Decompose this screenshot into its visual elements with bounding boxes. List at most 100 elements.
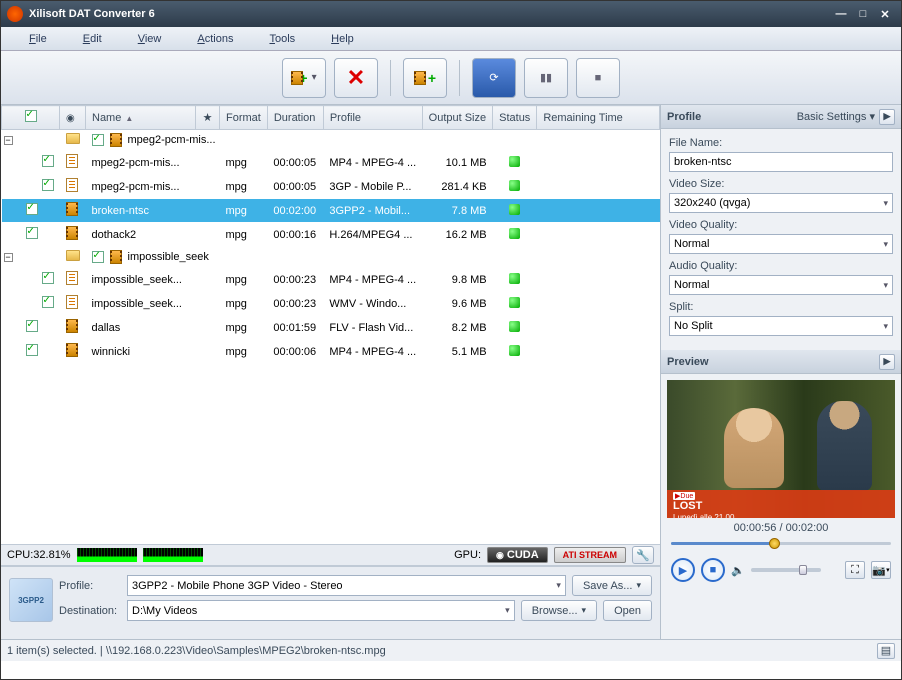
row-name: dothack2 — [86, 223, 196, 247]
col-profile[interactable]: Profile — [323, 106, 422, 130]
minimize-button[interactable]: — — [831, 6, 851, 22]
gpu-settings-button[interactable]: 🔧 — [632, 546, 654, 564]
open-button[interactable]: Open — [603, 600, 652, 621]
menu-tools[interactable]: Tools — [251, 30, 313, 48]
menu-actions[interactable]: Actions — [179, 30, 251, 48]
preview-panel-header: Preview ▶ — [661, 350, 901, 374]
row-checkbox[interactable] — [26, 227, 38, 239]
table-row[interactable]: dallasmpg00:01:59FLV - Flash Vid...8.2 M… — [2, 316, 660, 340]
col-type[interactable]: ◉ — [60, 106, 86, 130]
fullscreen-button[interactable]: ⛶ — [845, 561, 865, 579]
row-output: 9.6 MB — [422, 292, 492, 316]
expander-icon[interactable]: − — [4, 253, 13, 262]
statusbar-button[interactable]: ▤ — [877, 643, 895, 659]
seek-slider[interactable] — [671, 536, 891, 550]
pause-button[interactable]: ▮▮ — [524, 58, 568, 98]
row-format: mpg — [220, 223, 268, 247]
col-status[interactable]: Status — [493, 106, 537, 130]
filename-input[interactable] — [669, 152, 893, 172]
videoq-select[interactable]: Normal — [669, 234, 893, 254]
volume-icon[interactable]: 🔈 — [731, 564, 745, 577]
output-panel: 3GPP2 Profile: 3GPP2 - Mobile Phone 3GP … — [1, 566, 660, 639]
menu-edit[interactable]: Edit — [65, 30, 120, 48]
document-icon — [66, 271, 78, 285]
row-output: 5.1 MB — [422, 340, 492, 364]
col-output[interactable]: Output Size — [422, 106, 492, 130]
save-as-button[interactable]: Save As... — [572, 575, 652, 596]
close-button[interactable]: ✕ — [875, 6, 895, 22]
row-checkbox[interactable] — [42, 179, 54, 191]
maximize-button[interactable]: □ — [853, 6, 873, 22]
app-logo-icon — [7, 6, 23, 22]
preview-expand-button[interactable]: ▶ — [879, 354, 895, 370]
browse-button[interactable]: Browse... — [521, 600, 597, 621]
row-checkbox[interactable] — [26, 344, 38, 356]
row-checkbox[interactable] — [92, 251, 104, 263]
col-duration[interactable]: Duration — [267, 106, 323, 130]
row-name: dallas — [86, 316, 196, 340]
snapshot-button[interactable]: 📷▾ — [871, 561, 891, 579]
menu-file[interactable]: File — [11, 30, 65, 48]
folder-icon — [66, 250, 80, 261]
videosize-select[interactable]: 320x240 (qvga) — [669, 193, 893, 213]
stop-playback-button[interactable]: ■ — [701, 558, 725, 582]
cpu-label: CPU:32.81% — [7, 549, 71, 561]
audioq-label: Audio Quality: — [669, 260, 893, 272]
menu-view[interactable]: View — [120, 30, 180, 48]
folder-icon — [66, 133, 80, 144]
table-row[interactable]: winnickimpg00:00:06MP4 - MPEG-4 ...5.1 M… — [2, 340, 660, 364]
row-profile: FLV - Flash Vid... — [323, 316, 422, 340]
document-icon — [66, 178, 78, 192]
menu-help[interactable]: Help — [313, 30, 372, 48]
expander-icon[interactable]: − — [4, 136, 13, 145]
check-all[interactable] — [25, 110, 37, 122]
profile-panel-header: Profile Basic Settings ▾ ▶ — [661, 105, 901, 129]
col-name[interactable]: Name▲ — [86, 106, 196, 130]
stop-button[interactable]: ■ — [576, 58, 620, 98]
play-button[interactable]: ▶ — [671, 558, 695, 582]
filename-label: File Name: — [669, 137, 893, 149]
profile-label: Profile: — [59, 580, 121, 592]
split-label: Split: — [669, 301, 893, 313]
volume-slider[interactable] — [751, 568, 821, 572]
table-row[interactable]: mpeg2-pcm-mis...mpg00:00:053GP - Mobile … — [2, 175, 660, 199]
list-icon: ▤ — [881, 644, 891, 657]
time-display: 00:00:56 / 00:02:00 — [667, 518, 895, 536]
audioq-select[interactable]: Normal — [669, 275, 893, 295]
row-format: mpg — [220, 175, 268, 199]
video-preview[interactable]: ▶Due LOST Lunedì alle 21.00 — [667, 380, 895, 518]
split-select[interactable]: No Split — [669, 316, 893, 336]
col-remaining[interactable]: Remaining Time — [537, 106, 660, 130]
table-row[interactable]: −impossible_seek — [2, 247, 660, 268]
row-checkbox[interactable] — [26, 203, 38, 215]
col-star[interactable]: ★ — [196, 106, 220, 130]
row-checkbox[interactable] — [42, 155, 54, 167]
table-row[interactable]: impossible_seek...mpg00:00:23MP4 - MPEG-… — [2, 268, 660, 292]
toolbar: + ✕ + ⟳ ▮▮ ■ — [1, 51, 901, 105]
add-file-button[interactable]: + — [282, 58, 326, 98]
titlebar: Xilisoft DAT Converter 6 — □ ✕ — [1, 1, 901, 27]
row-checkbox[interactable] — [42, 272, 54, 284]
destination-combo[interactable]: D:\My Videos — [127, 600, 515, 621]
basic-settings-link[interactable]: Basic Settings ▾ — [797, 110, 875, 123]
row-checkbox[interactable] — [26, 320, 38, 332]
videoq-label: Video Quality: — [669, 219, 893, 231]
convert-button[interactable]: ⟳ — [472, 58, 516, 98]
status-ready-icon — [509, 204, 520, 215]
table-row[interactable]: mpeg2-pcm-mis...mpg00:00:05MP4 - MPEG-4 … — [2, 151, 660, 175]
row-profile: H.264/MPEG4 ... — [323, 223, 422, 247]
profile-expand-button[interactable]: ▶ — [879, 109, 895, 125]
file-table[interactable]: ◉ Name▲ ★ Format Duration Profile Output… — [1, 105, 660, 544]
row-format: mpg — [220, 292, 268, 316]
col-check[interactable] — [2, 106, 60, 130]
row-checkbox[interactable] — [92, 134, 104, 146]
profile-combo[interactable]: 3GPP2 - Mobile Phone 3GP Video - Stereo — [127, 575, 566, 596]
add-profile-button[interactable]: + — [403, 58, 447, 98]
table-row[interactable]: broken-ntscmpg00:02:003GPP2 - Mobil...7.… — [2, 199, 660, 223]
delete-button[interactable]: ✕ — [334, 58, 378, 98]
table-row[interactable]: impossible_seek...mpg00:00:23WMV - Windo… — [2, 292, 660, 316]
col-format[interactable]: Format — [220, 106, 268, 130]
table-row[interactable]: dothack2mpg00:00:16H.264/MPEG4 ...16.2 M… — [2, 223, 660, 247]
row-checkbox[interactable] — [42, 296, 54, 308]
table-row[interactable]: −mpeg2-pcm-mis... — [2, 130, 660, 151]
